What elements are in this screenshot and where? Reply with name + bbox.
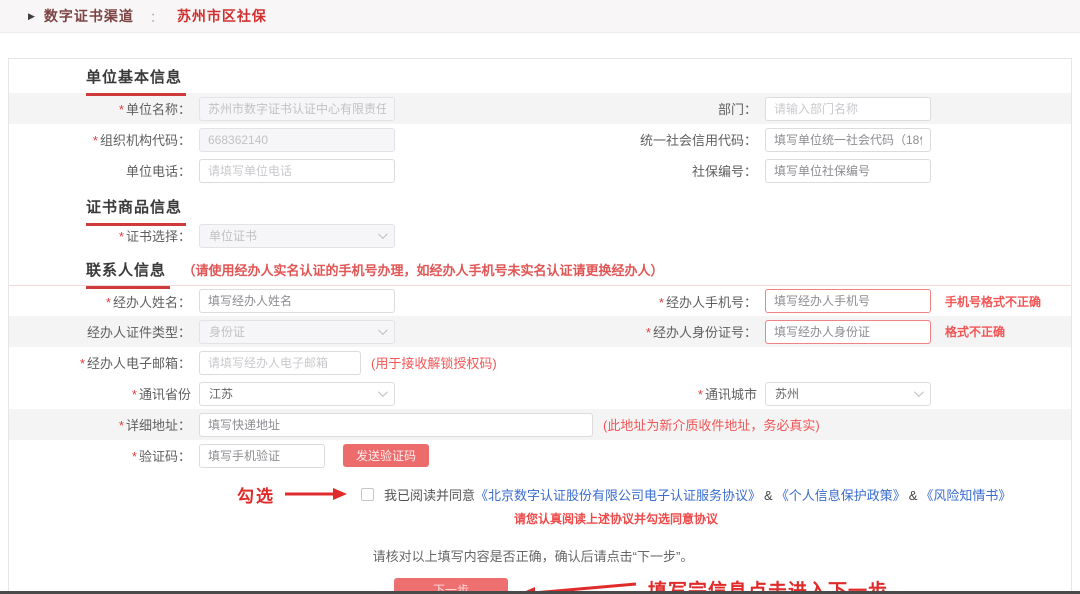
form-panel: 单位基本信息 *单位名称： 部门： *组织机构代码： 统一社会信用代码： [8,58,1072,591]
social-no-field[interactable] [765,159,931,183]
breadcrumb: ▶ 数字证书渠道 ： 苏州市区社保 [0,0,1080,33]
province-value: 江苏 [209,385,233,402]
section-cert-product-info: 证书商品信息 [9,186,1071,216]
agreement-text: 我已阅读并同意《北京数字认证股份有限公司电子认证服务协议》&《个人信息保护政策》… [384,485,1011,504]
row-agent-name-mobile: *经办人姓名： *经办人手机号： 手机号格式不正确 [9,285,1071,316]
row-cert-select: *证书选择： 单位证书 [9,220,1071,251]
agent-id-no-error: 格式不正确 [945,323,1005,340]
row-province-city: *通讯省份 江苏 *通讯城市 苏州 [9,378,1071,409]
row-address: *详细地址： (此地址为新介质收件地址，务必真实) [9,409,1071,440]
agent-id-no-field[interactable] [765,320,931,344]
agent-email-label: *经办人电子邮箱： [9,353,199,372]
send-captcha-button[interactable]: 发送验证码 [343,444,429,467]
service-agreement-link[interactable]: 《北京数字认证股份有限公司电子认证服务协议》 [475,488,761,503]
org-code-label: *组织机构代码： [9,130,199,149]
city-label: *通讯城市 [549,384,765,403]
unit-phone-label: 单位电话： [9,161,199,180]
chevron-down-icon [914,387,924,397]
agent-mobile-error: 手机号格式不正确 [945,293,1041,310]
required-mark: * [93,133,98,148]
cert-select-value: 单位证书 [209,227,257,244]
row-unit-phone-social-no: 单位电话： 社保编号： [9,155,1071,186]
section-contact-info: 联系人信息 （请使用经办人实名认证的手机号办理，如经办人手机号未实名认证请更换经… [9,251,1071,281]
contact-rows: *经办人姓名： *经办人手机号： 手机号格式不正确 经办人证件类型： 身份证 *… [9,285,1071,471]
row-captcha: *验证码： 发送验证码 [9,440,1071,471]
address-note: (此地址为新介质收件地址，务必真实) [603,415,820,434]
section-title-unit: 单位基本信息 [86,66,186,96]
agent-id-type-dropdown: 身份证 [199,320,395,344]
agent-mobile-label: *经办人手机号： [549,292,765,311]
city-value: 苏州 [775,385,799,402]
address-field[interactable] [199,413,593,437]
next-button-row: 下一步 填写完信息点击进入下一步 [394,576,1071,591]
row-id-type-id-no: 经办人证件类型： 身份证 *经办人身份证号： 格式不正确 [9,316,1071,347]
required-mark: * [119,229,124,244]
agent-id-no-label: *经办人身份证号： [549,322,765,341]
breadcrumb-current: 苏州市区社保 [177,6,267,26]
required-mark: * [132,387,137,402]
breadcrumb-channel: 数字证书渠道 [44,6,134,26]
agent-id-type-value: 身份证 [209,323,245,340]
agreement-row: 勾选 我已阅读并同意《北京数字认证股份有限公司电子认证服务协议》&《个人信息保护… [237,483,1071,505]
product-rows: *证书选择： 单位证书 [9,220,1071,251]
section-unit-basic-info: 单位基本信息 [9,59,1071,89]
breadcrumb-separator: ： [150,7,163,26]
social-no-label: 社保编号： [549,161,765,180]
agreement-prefix: 我已阅读并同意 [384,488,475,503]
unit-name-label: *单位名称： [9,99,199,118]
unit-rows: *单位名称： 部门： *组织机构代码： 统一社会信用代码： 单位电话： [9,93,1071,186]
unit-name-field [199,97,395,121]
unit-phone-field[interactable] [199,159,395,183]
agent-email-field[interactable] [199,351,361,375]
required-mark: * [659,295,664,310]
row-org-code-credit-code: *组织机构代码： 统一社会信用代码： [9,124,1071,155]
next-step-button[interactable]: 下一步 [394,578,508,591]
required-mark: * [132,449,137,464]
section-title-contact: 联系人信息 [86,259,170,289]
confirm-text: 请核对以上填写内容是否正确，确认后请点击“下一步”。 [9,546,1071,565]
required-mark: * [80,356,85,371]
credit-code-field[interactable] [765,128,931,152]
next-hint-annotation: 填写完信息点击进入下一步 [648,576,888,591]
org-code-field [199,128,395,152]
department-label: 部门： [549,99,765,118]
required-mark: * [119,102,124,117]
cert-select-dropdown: 单位证书 [199,224,395,248]
agent-id-type-label: 经办人证件类型： [9,322,199,341]
agreement-checkbox[interactable] [361,488,374,501]
province-dropdown[interactable]: 江苏 [199,382,395,406]
address-label: *详细地址： [9,415,199,434]
chevron-down-icon [378,229,388,239]
required-mark: * [106,295,111,310]
risk-notice-link[interactable]: 《风险知情书》 [920,488,1011,503]
agent-email-note: (用于接收解锁授权码) [371,353,497,372]
cert-select-label: *证书选择： [9,226,199,245]
department-field[interactable] [765,97,931,121]
city-dropdown[interactable]: 苏州 [765,382,931,406]
row-agent-email: *经办人电子邮箱： (用于接收解锁授权码) [9,347,1071,378]
required-mark: * [646,325,651,340]
captcha-label: *验证码： [9,446,199,465]
province-label: *通讯省份 [9,384,199,403]
credit-code-label: 统一社会信用代码： [549,130,765,149]
agent-mobile-field[interactable] [765,289,931,313]
check-hint-annotation: 勾选 [237,482,275,507]
contact-section-note: （请使用经办人实名认证的手机号办理，如经办人手机号未实名认证请更换经办人） [182,263,663,278]
chevron-down-icon [378,387,388,397]
arrow-right-icon [283,487,349,501]
agent-name-label: *经办人姓名： [9,292,199,311]
arrow-left-icon [516,578,642,592]
required-mark: * [698,387,703,402]
agreement-joiner: & [909,488,918,503]
captcha-field[interactable] [199,444,325,468]
privacy-policy-link[interactable]: 《个人信息保护政策》 [776,488,906,503]
triangle-right-icon: ▶ [28,12,35,21]
row-unit-name-department: *单位名称： 部门： [9,93,1071,124]
section-title-product: 证书商品信息 [86,196,186,226]
chevron-down-icon [378,325,388,335]
required-mark: * [119,418,124,433]
agent-name-field[interactable] [199,289,395,313]
agreement-joiner: & [764,488,773,503]
agreement-warning: 请您认真阅读上述协议并勾选同意协议 [514,510,1071,527]
